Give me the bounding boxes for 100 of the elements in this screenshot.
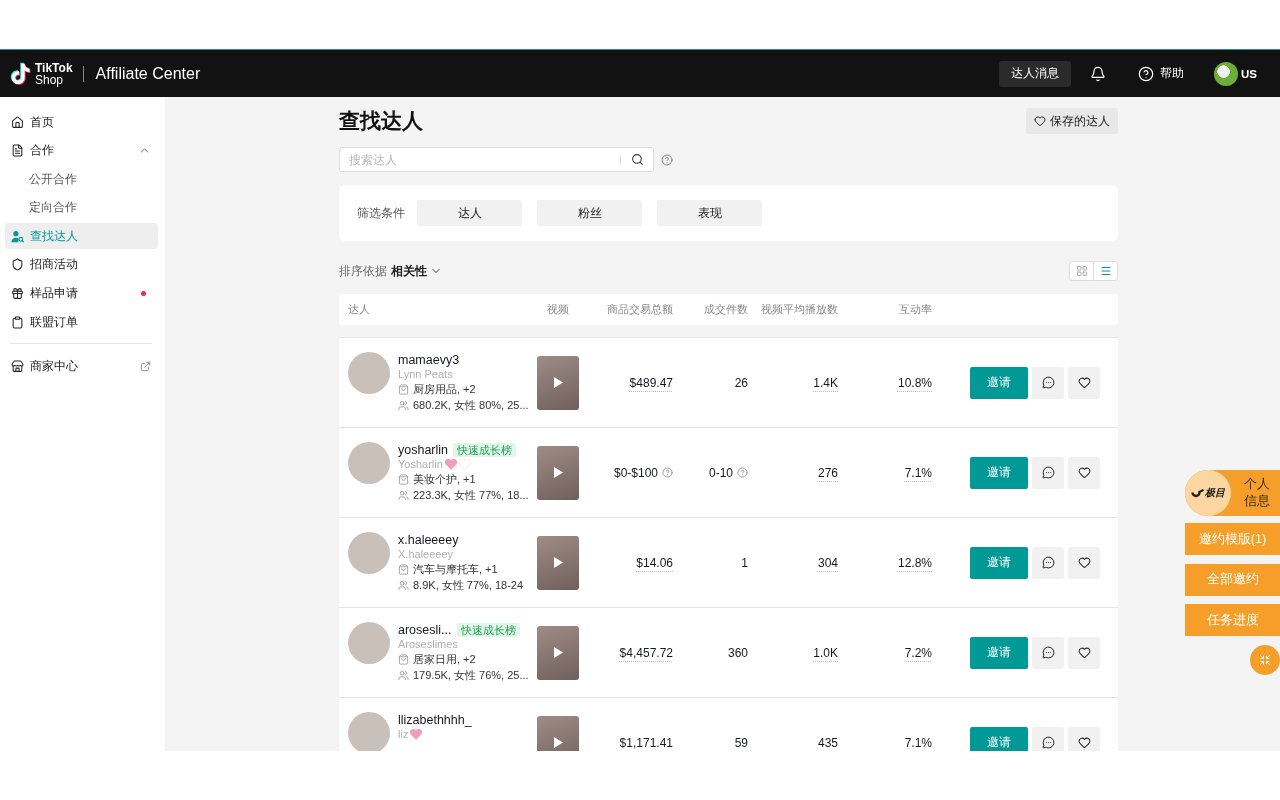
messages-button[interactable]: 达人消息: [999, 60, 1071, 87]
heart-icon: [1077, 646, 1091, 659]
filter-button[interactable]: 粉丝: [537, 200, 642, 226]
clipboard-icon: [11, 315, 24, 329]
creator-name[interactable]: llizabethhhh_: [398, 712, 472, 727]
filter-label: 筛选条件: [357, 205, 405, 221]
creator-name[interactable]: yosharlin: [398, 442, 449, 457]
chat-bubble-icon: [1041, 466, 1055, 479]
collapse-icon: [1259, 653, 1271, 666]
video-thumbnail[interactable]: [537, 445, 579, 500]
invite-button[interactable]: 邀请: [970, 366, 1028, 399]
avg-views-value: 1.4K: [813, 375, 838, 390]
app-title: Affiliate Center: [95, 64, 201, 83]
creator-name[interactable]: mamaevy3: [398, 352, 460, 367]
gmv-value: $0-$100: [613, 465, 658, 480]
favorite-button[interactable]: [1068, 366, 1100, 399]
sidebar-item[interactable]: 合作: [5, 137, 158, 164]
avatar: [348, 712, 390, 751]
column-header: 互动率: [899, 302, 932, 317]
help-link[interactable]: 帮助: [1138, 65, 1184, 82]
chat-bubble-icon: [1041, 556, 1055, 569]
logo-mark-icon: [1191, 488, 1204, 498]
column-header: 视频: [547, 302, 569, 317]
creator-nickname: liz: [398, 728, 409, 740]
column-header: 商品交易总额: [607, 302, 673, 317]
video-thumbnail[interactable]: [537, 535, 579, 590]
filter-button[interactable]: 表现: [657, 200, 762, 226]
sidebar-item[interactable]: 招商活动: [5, 251, 158, 278]
chat-bubble-icon: [1041, 376, 1055, 389]
avatar: [348, 352, 390, 394]
people-icon: [398, 580, 409, 591]
message-button[interactable]: [1032, 546, 1064, 579]
favorite-button[interactable]: [1068, 726, 1100, 751]
heart-icon: [1077, 736, 1091, 749]
sidebar-item[interactable]: 联盟订单: [5, 309, 158, 336]
heart-icon: [1077, 556, 1091, 569]
avatar: [348, 622, 390, 664]
audience-summary: 223.3K, 女性 77%, 18...: [413, 488, 529, 503]
units-sold-value: 0-10: [708, 465, 733, 480]
heart-icon: [1077, 466, 1091, 479]
creator-category: 汽车与摩托车, +1: [413, 562, 498, 577]
engagement-rate-value: 7.1%: [904, 735, 932, 750]
chat-bubble-icon: [1041, 736, 1055, 749]
view-toggle[interactable]: [1093, 261, 1118, 281]
rank-tag: 快速成长榜: [453, 442, 517, 457]
bell-icon[interactable]: [1090, 65, 1106, 82]
sidebar-subitem[interactable]: 公开合作: [5, 166, 158, 193]
filter-button[interactable]: 达人: [417, 200, 522, 226]
play-icon: [553, 377, 563, 388]
invite-button[interactable]: 邀请: [970, 636, 1028, 669]
view-toggle[interactable]: [1069, 261, 1094, 281]
video-thumbnail[interactable]: [537, 355, 579, 410]
people-icon: [398, 400, 409, 411]
creator-nickname: Aroseslimes: [398, 638, 458, 650]
home-icon: [11, 115, 24, 129]
sidebar-item[interactable]: 样品申请: [5, 280, 158, 307]
message-button[interactable]: [1032, 456, 1064, 489]
creator-category: 美妆个护, +1: [413, 472, 476, 487]
audience-summary: 680.2K, 女性 80%, 25...: [413, 398, 529, 413]
favorite-button[interactable]: [1068, 456, 1100, 489]
video-thumbnail[interactable]: [537, 625, 579, 680]
saved-creators-button[interactable]: 保存的达人: [1026, 108, 1118, 134]
list-view-icon: [1099, 265, 1112, 277]
invite-button[interactable]: 邀请: [970, 546, 1028, 579]
favorite-button[interactable]: [1068, 636, 1100, 669]
sort-dropdown[interactable]: 相关性: [391, 262, 442, 280]
gmv-value: $1,171.41: [619, 735, 673, 750]
gmv-value: $489.47: [629, 375, 673, 390]
column-header: 视频平均播放数: [761, 302, 838, 317]
profile-tab[interactable]: 极目 个人信息: [1185, 470, 1280, 516]
gmv-value: $14.06: [636, 555, 673, 570]
column-header: 成交件数: [704, 302, 748, 317]
message-button[interactable]: [1032, 366, 1064, 399]
creator-nickname: X.haleeeey: [398, 548, 454, 560]
message-button[interactable]: [1032, 636, 1064, 669]
sort-label: 排序依据: [339, 263, 387, 279]
units-sold-value: 1: [741, 555, 748, 570]
heart-icon: [1077, 376, 1091, 389]
invite-button[interactable]: 邀请: [970, 456, 1028, 489]
favorite-button[interactable]: [1068, 546, 1100, 579]
creator-nickname: Yosharlin: [398, 458, 443, 470]
grid-view-icon: [1075, 265, 1088, 277]
creator-name[interactable]: arosesli...: [398, 622, 452, 637]
units-sold-value: 360: [727, 645, 748, 660]
creator-name[interactable]: x.haleeeey: [398, 532, 459, 547]
rank-tag: 快速成长榜: [456, 622, 520, 637]
avg-views-value: 304: [817, 555, 838, 570]
message-button[interactable]: [1032, 726, 1064, 751]
search-icon[interactable]: [631, 153, 644, 166]
audience-summary: 8.9K, 女性 77%, 18-24: [413, 578, 524, 593]
avatar[interactable]: [1214, 61, 1238, 86]
invite-button[interactable]: 邀请: [970, 726, 1028, 751]
help-icon[interactable]: [661, 153, 673, 166]
audience-summary: 179.5K, 女性 76%, 25...: [413, 668, 529, 683]
sidebar-subitem[interactable]: 定向合作: [5, 194, 158, 221]
sidebar-item[interactable]: 首页: [5, 109, 158, 135]
avg-views-value: 435: [817, 735, 838, 750]
sidebar-item[interactable]: 商家中心: [5, 353, 158, 380]
avg-views-value: 1.0K: [813, 645, 838, 660]
search-field[interactable]: 搜索达人: [339, 147, 654, 172]
